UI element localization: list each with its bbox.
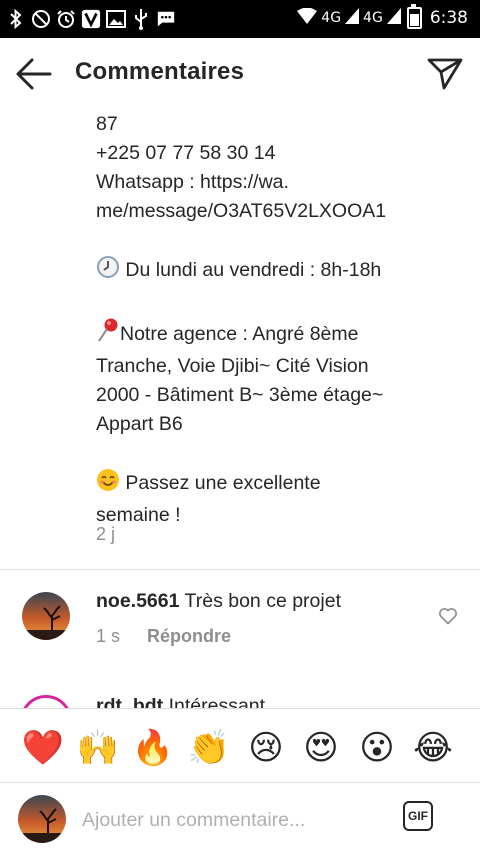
comment-message: Intéressant <box>168 695 266 708</box>
alarm-icon <box>56 8 76 30</box>
clock-icon <box>96 255 120 288</box>
wifi-icon <box>297 7 318 28</box>
message-icon <box>156 8 176 30</box>
v-app-icon <box>81 8 101 30</box>
bluetooth-icon <box>6 8 26 30</box>
reaction-raised-hands-button[interactable]: 🙌 <box>75 725 121 771</box>
agency-text: Notre agence : Angré 8ème <box>120 323 359 345</box>
usb-icon <box>131 8 151 30</box>
greeting-line: Passez une excellente <box>96 468 456 501</box>
divider <box>0 569 480 570</box>
network-type-2: 4G <box>363 10 383 26</box>
comment-input[interactable] <box>82 805 362 835</box>
comment-message: Très bon ce projet <box>184 590 341 612</box>
hours-line: Du lundi au vendredi : 8h-18h <box>96 255 456 288</box>
arrow-left-icon <box>16 58 52 90</box>
reaction-fire-button[interactable]: 🔥 <box>130 725 176 771</box>
story-ring[interactable] <box>20 695 72 708</box>
signal-icon <box>345 8 360 28</box>
reply-button[interactable]: Répondre <box>147 626 231 646</box>
comment-content: noe.5661 Très bon ce projet <box>96 590 341 613</box>
comment-line: Appart B6 <box>96 413 183 435</box>
share-button[interactable] <box>426 56 464 92</box>
like-comment-button[interactable] <box>438 606 458 626</box>
comment-line: Tranche, Voie Djibi~ Cité Vision <box>96 355 369 377</box>
do-not-disturb-icon <box>31 8 51 30</box>
comment-line: 2000 - Bâtiment B~ 3ème étage~ <box>96 384 384 406</box>
heart-outline-icon <box>439 608 457 625</box>
page-title: Commentaires <box>75 58 245 85</box>
clock: 6:38 <box>429 8 468 28</box>
app-bar: Commentaires <box>0 38 480 110</box>
pushpin-icon <box>96 317 120 352</box>
comment-line: semaine ! <box>96 504 181 526</box>
avatar <box>18 795 66 843</box>
reaction-heart-button[interactable]: ❤️ <box>20 725 66 771</box>
greeting-text: Passez une excellente <box>125 472 321 494</box>
signal-icon <box>386 8 401 28</box>
comment-item: noe.5661 Très bon ce projet 1 s Répondre <box>0 582 480 662</box>
back-button[interactable] <box>14 56 54 92</box>
comment-text: 87 +225 07 77 58 30 14 Whatsapp : https:… <box>96 110 456 530</box>
reaction-heart-eyes-button[interactable]: 😍 <box>298 725 344 771</box>
agency-line: Notre agence : Angré 8ème <box>96 317 456 352</box>
paper-plane-icon <box>427 58 463 90</box>
comments-list[interactable]: 87 +225 07 77 58 30 14 Whatsapp : https:… <box>0 110 480 708</box>
reaction-clap-button[interactable]: 👏 <box>186 725 232 771</box>
gif-button[interactable]: GIF <box>403 801 433 831</box>
whatsapp-link[interactable]: Whatsapp : https://wa. <box>96 168 456 197</box>
whatsapp-link-cont[interactable]: me/message/O3AT65V2LXOOA1 <box>96 197 456 226</box>
reaction-surprised-button[interactable]: 😮 <box>354 725 400 771</box>
comment-username[interactable]: noe.5661 <box>96 590 179 612</box>
network-type-1: 4G <box>321 10 342 26</box>
comment-line: 87 <box>96 113 118 135</box>
notification-icons <box>6 8 176 30</box>
comment-username[interactable]: rdt_bdt <box>96 695 163 708</box>
comment-item: rdt_bdt Intéressant <box>0 690 480 708</box>
comment-timestamp: 2 j <box>96 524 116 544</box>
phone-number[interactable]: +225 07 77 58 30 14 <box>96 139 456 168</box>
smiling-face-icon <box>96 468 120 501</box>
reaction-crying-button[interactable]: 😢 <box>243 725 289 771</box>
comment-composer: GIF <box>0 782 480 855</box>
status-bar: 4G 4G 6:38 <box>0 0 480 38</box>
image-icon <box>106 8 126 30</box>
comment-timestamp: 1 s <box>96 626 121 646</box>
battery-icon <box>406 4 422 29</box>
comment-meta: 1 s Répondre <box>96 626 231 647</box>
avatar[interactable] <box>22 592 70 640</box>
hours-text: Du lundi au vendredi : 8h-18h <box>125 259 382 281</box>
reaction-laughing-button[interactable]: 😂 <box>410 725 456 771</box>
system-status: 4G 4G 6:38 <box>297 4 468 29</box>
quick-reactions-bar: ❤️ 🙌 🔥 👏 😢 😍 😮 😂 <box>0 708 480 783</box>
comment-content: rdt_bdt Intéressant <box>96 695 265 708</box>
